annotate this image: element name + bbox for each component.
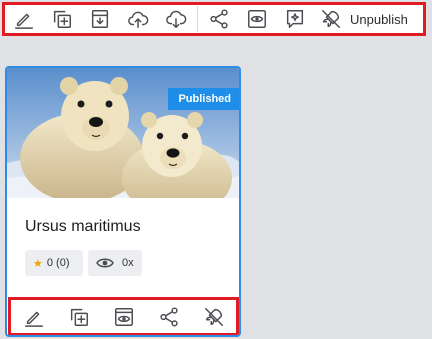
- card-title[interactable]: Ursus maritimus: [25, 218, 141, 236]
- card-action-bar: [8, 297, 239, 335]
- share-button[interactable]: [200, 5, 238, 33]
- duplicate-icon: [70, 308, 88, 326]
- unpublish-icon: [322, 10, 340, 28]
- card-thumbnail[interactable]: Published: [7, 68, 239, 198]
- download-cloud-icon: [166, 10, 187, 28]
- edit-icon: [24, 311, 43, 327]
- card-share-button[interactable]: [154, 303, 184, 331]
- views-value: 0x: [122, 257, 134, 269]
- share-icon: [159, 306, 178, 327]
- download-button[interactable]: [157, 5, 195, 33]
- star-icon: ★: [33, 257, 43, 270]
- share-icon: [210, 9, 228, 29]
- edit-icon: [15, 13, 33, 29]
- rating-value: 0 (0): [46, 257, 70, 269]
- rating-badge: ★ 0 (0): [25, 250, 83, 276]
- preview-icon: [114, 307, 133, 326]
- card-duplicate-button[interactable]: [64, 303, 94, 331]
- card-preview-button[interactable]: [109, 303, 139, 331]
- views-badge: 0x: [88, 250, 142, 276]
- upload-cloud-icon: [128, 11, 149, 28]
- upload-button[interactable]: [119, 5, 157, 33]
- card-unpublish-button[interactable]: [199, 303, 229, 331]
- archive-button[interactable]: [81, 5, 119, 33]
- comment-button[interactable]: [276, 5, 314, 33]
- eye-icon: [96, 258, 114, 268]
- top-toolbar: Unpublish: [2, 2, 426, 36]
- unpublish-button[interactable]: Unpublish: [320, 8, 412, 30]
- card-edit-button[interactable]: [19, 303, 49, 331]
- toolbar-divider: [197, 6, 198, 32]
- archive-icon: [91, 10, 109, 28]
- unpublish-label: Unpublish: [350, 11, 408, 27]
- content-card[interactable]: Published Ursus maritimus ★ 0 (0) 0x: [5, 66, 241, 337]
- unpublish-icon: [204, 307, 223, 326]
- comment-icon: [286, 10, 304, 28]
- edit-button[interactable]: [5, 5, 43, 33]
- status-badge: Published: [168, 88, 239, 110]
- duplicate-icon: [53, 10, 71, 28]
- preview-icon: [248, 10, 266, 28]
- preview-button[interactable]: [238, 5, 276, 33]
- duplicate-button[interactable]: [43, 5, 81, 33]
